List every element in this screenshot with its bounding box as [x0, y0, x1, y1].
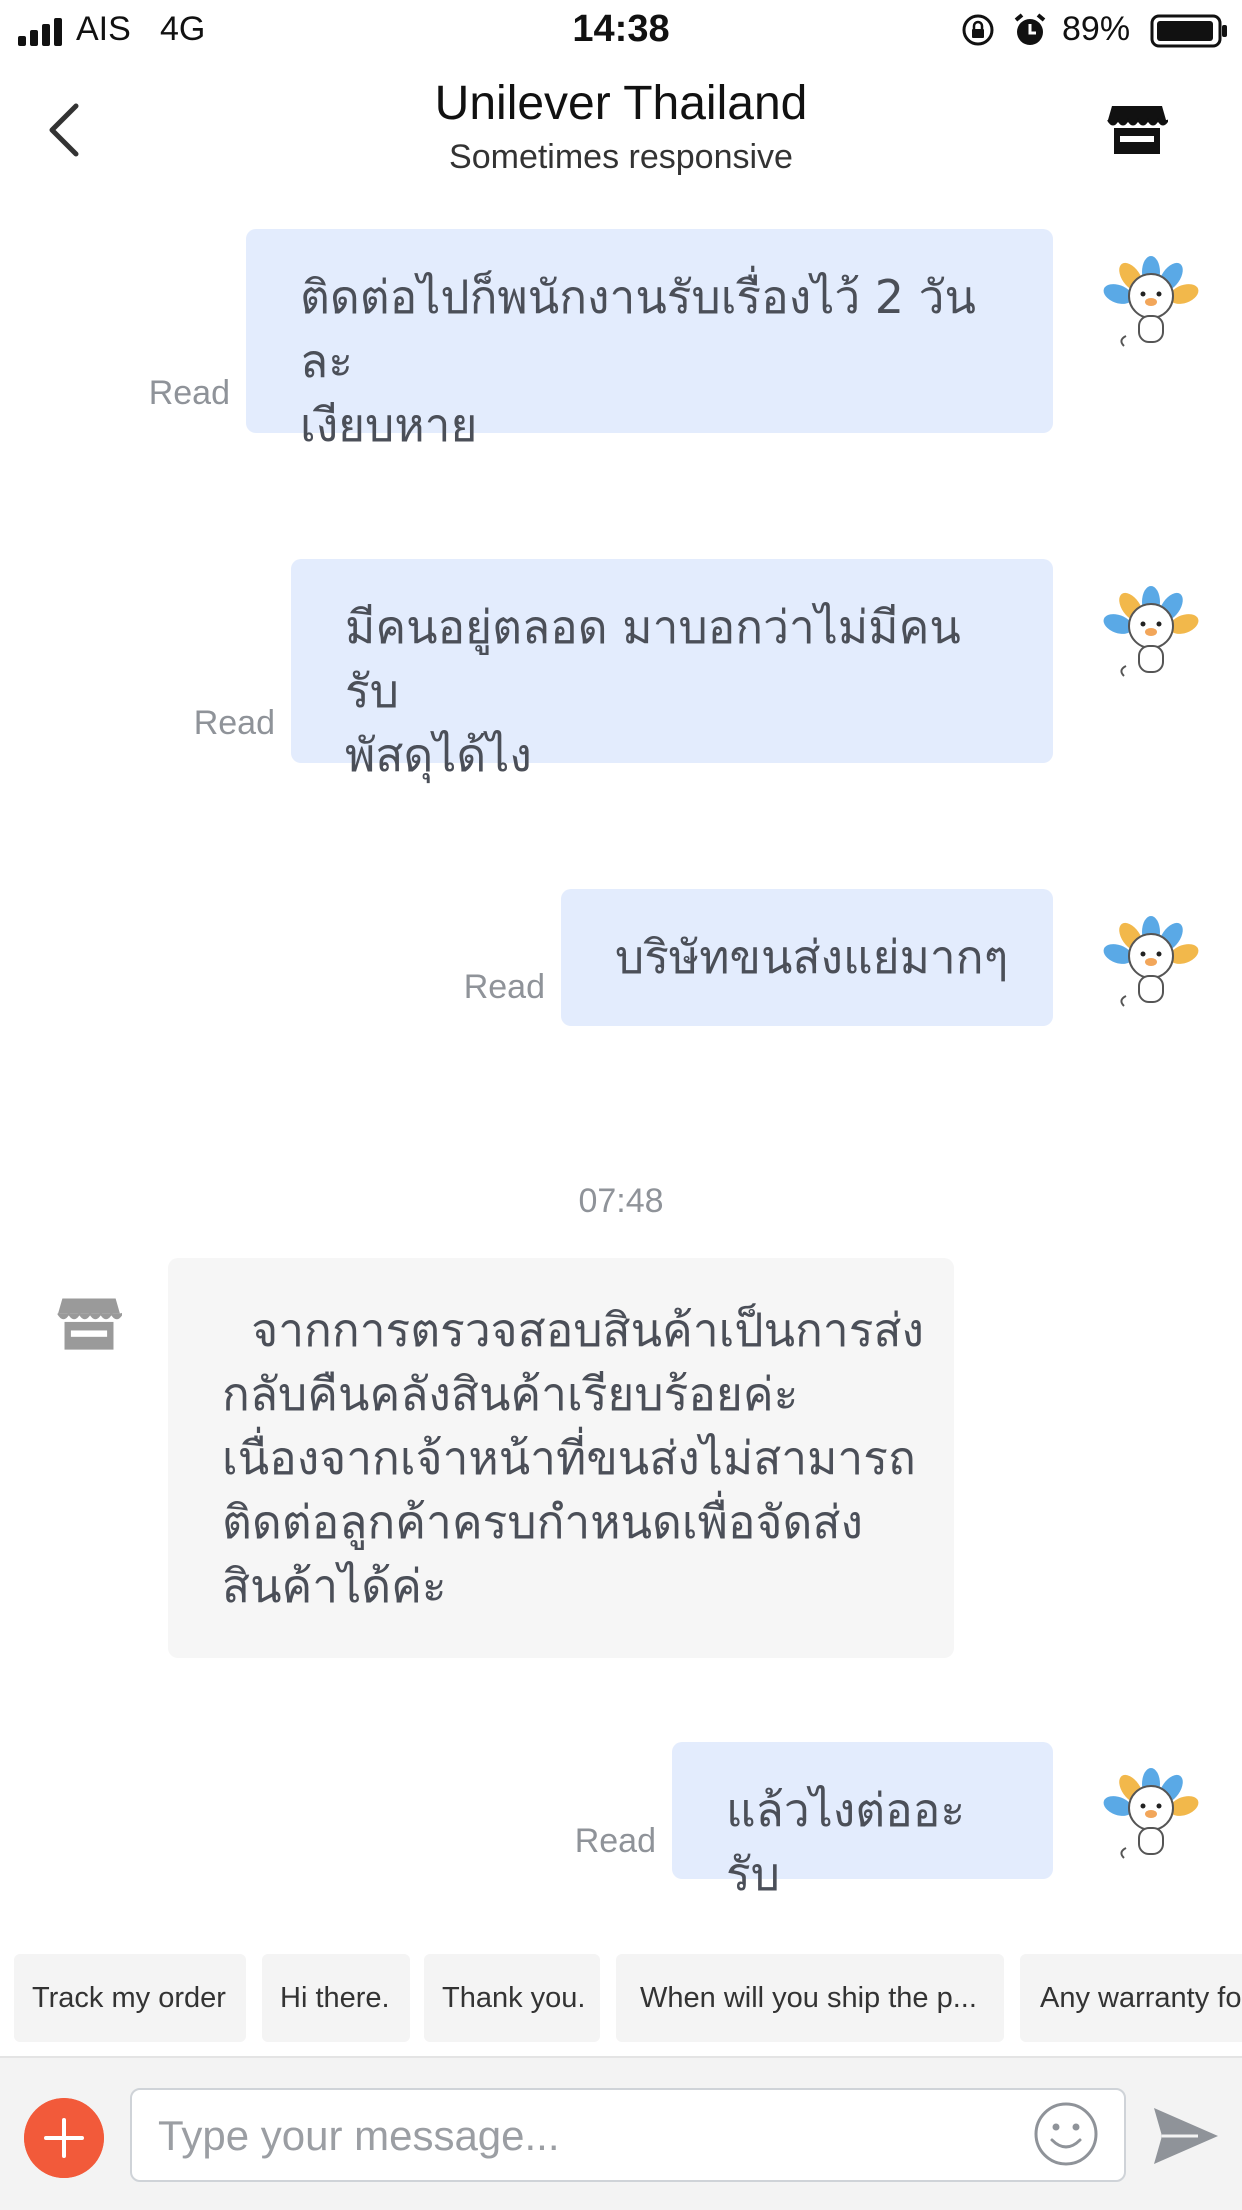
read-receipt: Read	[574, 1822, 656, 1860]
user-avatar	[1103, 256, 1199, 347]
incoming-message: จากการตรวจสอบสินค้าเป็นการส่ง กลับคืนคลั…	[168, 1258, 954, 1658]
message-input[interactable]	[156, 2106, 1040, 2166]
user-avatar	[1103, 916, 1199, 1007]
message-line: มีคนอยู่ตลอด มาบอกว่าไม่มีคนรับ	[345, 600, 961, 718]
battery-icon	[1150, 14, 1227, 48]
alarm-icon	[1014, 13, 1046, 45]
response-status: Sometimes responsive	[449, 138, 793, 176]
time-separator: 07:48	[578, 1182, 664, 1220]
store-icon	[57, 1298, 122, 1350]
emoji-icon[interactable]	[1032, 2100, 1100, 2168]
outgoing-message: บริษัทขนส่งแย่มากๆ	[561, 889, 1053, 1026]
status-bar: AIS 4G 14:38 89%	[0, 0, 1242, 62]
quick-reply-chip[interactable]: When will you ship the p...	[616, 1954, 1004, 2042]
quick-replies-bar[interactable]: Track my order Hi there. Thank you. When…	[0, 1930, 1242, 2050]
message-line: เงียบหาย	[300, 398, 478, 452]
add-icon[interactable]	[24, 2098, 104, 2178]
store-icon[interactable]	[1106, 98, 1168, 160]
outgoing-message: ติดต่อไปก็พนักงานรับเรื่องไว้ 2 วันละ เง…	[246, 229, 1053, 452]
read-receipt: Read	[193, 704, 275, 742]
chat-header: Unilever Thailand Sometimes responsive	[0, 62, 1242, 202]
user-avatar	[1103, 586, 1199, 677]
message-line: แล้วไงต่ออะรับ	[726, 1783, 966, 1901]
user-avatar	[1103, 1768, 1199, 1859]
composer-bar	[0, 2056, 1242, 2210]
message-line: จากการตรวจสอบสินค้าเป็นการส่ง	[222, 1303, 924, 1357]
quick-reply-chip[interactable]: Track my order	[14, 1954, 246, 2042]
send-icon[interactable]	[1148, 2098, 1224, 2174]
quick-reply-chip[interactable]: Thank you.	[424, 1954, 600, 2042]
orientation-lock-icon	[962, 14, 994, 46]
message-field[interactable]	[130, 2088, 1126, 2182]
message-line: กลับคืนคลังสินค้าเรียบร้อยค่ะ	[222, 1367, 799, 1421]
battery-percent: 89%	[1062, 10, 1131, 48]
message-line: ติดต่อลูกค้าครบกำหนดเพื่อจัดส่ง	[222, 1495, 863, 1549]
message-line: พัสดุได้ไง	[345, 728, 532, 782]
shop-title: Unilever Thailand	[434, 77, 808, 130]
message-line: สินค้าได้ค่ะ	[222, 1559, 447, 1613]
read-receipt: Read	[463, 968, 545, 1006]
quick-reply-chip[interactable]: Hi there.	[262, 1954, 410, 2042]
message-line: เนื่องจากเจ้าหน้าที่ขนส่งไม่สามารถ	[222, 1431, 916, 1485]
message-line: บริษัทขนส่งแย่มากๆ	[615, 930, 1009, 984]
status-time: 14:38	[572, 8, 670, 50]
read-receipt: Read	[148, 374, 230, 412]
outgoing-message: มีคนอยู่ตลอด มาบอกว่าไม่มีคนรับ พัสดุได้…	[291, 559, 1053, 782]
quick-reply-chip[interactable]: Any warranty fo	[1020, 1954, 1242, 2042]
message-line: ติดต่อไปก็พนักงานรับเรื่องไว้ 2 วันละ	[300, 270, 976, 388]
outgoing-message: แล้วไงต่ออะรับ	[672, 1742, 1053, 1901]
